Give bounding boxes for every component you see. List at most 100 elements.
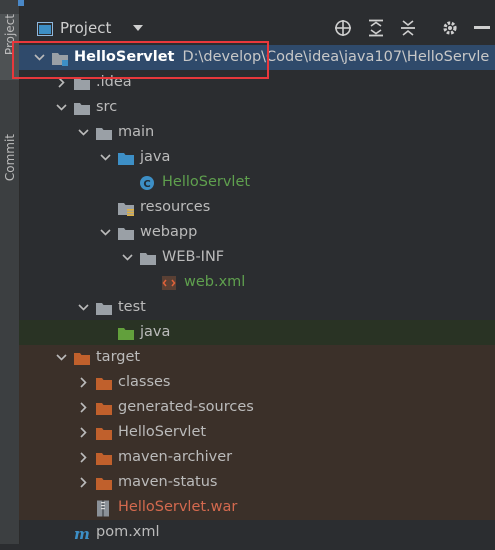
tree-item-label: maven-archiver xyxy=(118,445,232,470)
tree-item-name: webapp xyxy=(140,224,198,240)
tree-item-label: resources xyxy=(140,195,210,220)
tab-commit[interactable]: Commit xyxy=(0,134,19,184)
tree-item-name: HelloServlet xyxy=(118,424,207,440)
excluded-folder-icon xyxy=(95,450,113,465)
tree-item-label: src xyxy=(96,95,117,120)
folder-icon xyxy=(117,225,135,240)
tree-item-label: generated-sources xyxy=(118,395,254,420)
collapse-all-icon xyxy=(401,20,415,36)
target-icon xyxy=(335,20,351,36)
folder-icon xyxy=(95,300,113,315)
tree-row-maven-archiver[interactable]: maven-archiver xyxy=(19,445,495,470)
tree-item-label: test xyxy=(118,295,146,320)
folder-icon xyxy=(95,125,113,140)
collapse-all-button[interactable] xyxy=(397,17,419,39)
tree-item-label: classes xyxy=(118,370,170,395)
tree-row-test[interactable]: test xyxy=(19,295,495,320)
resources-folder-icon xyxy=(117,200,135,216)
excluded-folder-icon xyxy=(73,350,91,365)
tree-item-name: src xyxy=(96,99,118,115)
tree-item-label: maven-status xyxy=(118,470,218,495)
hide-button[interactable] xyxy=(471,17,493,39)
tree-row-web-xml[interactable]: web.xml xyxy=(19,270,495,295)
tree-item-label: target xyxy=(96,345,140,370)
expand-all-button[interactable] xyxy=(365,17,387,39)
tree-item-label: WEB-INF xyxy=(162,245,224,270)
xml-file-icon xyxy=(161,275,179,290)
tree-item-name: main xyxy=(118,124,155,140)
java-class-icon: C xyxy=(139,175,157,190)
expand-all-icon xyxy=(369,19,383,37)
tree-item-label: HelloServlet.war xyxy=(118,495,237,520)
tree-item-name: web.xml xyxy=(184,274,246,290)
tree-item-label: webapp xyxy=(140,220,197,245)
tree-item-label: HelloServlet xyxy=(162,170,250,195)
tree-row-java[interactable]: java xyxy=(19,145,495,170)
chevron-right-icon[interactable] xyxy=(77,420,89,445)
tree-item-label: pom.xml xyxy=(96,520,160,545)
tree-item-name: pom.xml xyxy=(96,524,160,540)
excluded-folder-icon xyxy=(95,425,113,440)
tree-item-name: java xyxy=(140,149,171,165)
tree-item-label: HelloServlet xyxy=(118,420,206,445)
tree-row-helloservlet[interactable]: HelloServlet xyxy=(19,420,495,445)
excluded-folder-icon xyxy=(95,475,113,490)
chevron-right-icon[interactable] xyxy=(77,395,89,420)
tab-commit-label: Commit xyxy=(2,134,17,182)
tree-item-name: java xyxy=(140,324,171,340)
tree-item-label: web.xml xyxy=(184,270,245,295)
folder-icon xyxy=(139,250,157,265)
chevron-down-icon[interactable] xyxy=(77,295,89,320)
tree-item-name: maven-status xyxy=(118,474,218,490)
chevron-right-icon[interactable] xyxy=(77,445,89,470)
chevron-down-icon[interactable] xyxy=(99,220,111,245)
excluded-folder-icon xyxy=(95,400,113,415)
war-archive-icon xyxy=(95,500,113,517)
tree-row-java[interactable]: java xyxy=(19,320,495,345)
svg-text:m: m xyxy=(74,526,90,541)
tree-row-src[interactable]: src xyxy=(19,95,495,120)
select-opened-file-button[interactable] xyxy=(332,17,354,39)
tree-row-target[interactable]: target xyxy=(19,345,495,370)
page-title[interactable]: Project xyxy=(60,19,111,37)
chevron-down-icon[interactable] xyxy=(132,24,144,32)
tree-row-classes[interactable]: classes xyxy=(19,370,495,395)
tree-item-name: WEB-INF xyxy=(162,249,225,265)
highlight-annotation xyxy=(12,41,269,79)
tree-item-name: test xyxy=(118,299,146,315)
tree-row-webapp[interactable]: webapp xyxy=(19,220,495,245)
tree-row-resources[interactable]: resources xyxy=(19,195,495,220)
tree-item-name: maven-archiver xyxy=(118,449,233,465)
chevron-down-icon[interactable] xyxy=(55,95,67,120)
svg-text:C: C xyxy=(143,179,150,190)
project-window-icon xyxy=(37,22,53,36)
tree-item-name: resources xyxy=(140,199,211,215)
tool-window-strip: Project Commit xyxy=(0,0,24,544)
tree-item-label: main xyxy=(118,120,154,145)
options-button[interactable] xyxy=(439,17,461,39)
tree-row-helloservlet[interactable]: C HelloServlet xyxy=(19,170,495,195)
tree-row-main[interactable]: main xyxy=(19,120,495,145)
chevron-down-icon[interactable] xyxy=(55,345,67,370)
tree-item-name: generated-sources xyxy=(118,399,254,415)
project-tree: HelloServlet D:\develop\Code\idea\java107… xyxy=(19,45,495,545)
chevron-down-icon[interactable] xyxy=(121,245,133,270)
chevron-right-icon[interactable] xyxy=(77,470,89,495)
tree-item-name: classes xyxy=(118,374,171,390)
folder-icon xyxy=(73,100,91,115)
chevron-down-icon[interactable] xyxy=(77,120,89,145)
active-indicator xyxy=(18,0,24,6)
tree-row-helloservlet-war[interactable]: HelloServlet.war xyxy=(19,495,495,520)
tree-row-web-inf[interactable]: WEB-INF xyxy=(19,245,495,270)
tree-row-generated-sources[interactable]: generated-sources xyxy=(19,395,495,420)
tree-item-name: HelloServlet xyxy=(162,174,251,190)
tree-row-maven-status[interactable]: maven-status xyxy=(19,470,495,495)
excluded-folder-icon xyxy=(95,375,113,390)
source-folder-icon xyxy=(117,150,135,165)
chevron-right-icon[interactable] xyxy=(77,370,89,395)
tree-item-name: target xyxy=(96,349,141,365)
gear-icon xyxy=(443,21,457,35)
chevron-down-icon[interactable] xyxy=(99,145,111,170)
tree-row-pom-xml[interactable]: m pom.xml xyxy=(19,520,495,545)
test-source-folder-icon xyxy=(117,325,135,340)
